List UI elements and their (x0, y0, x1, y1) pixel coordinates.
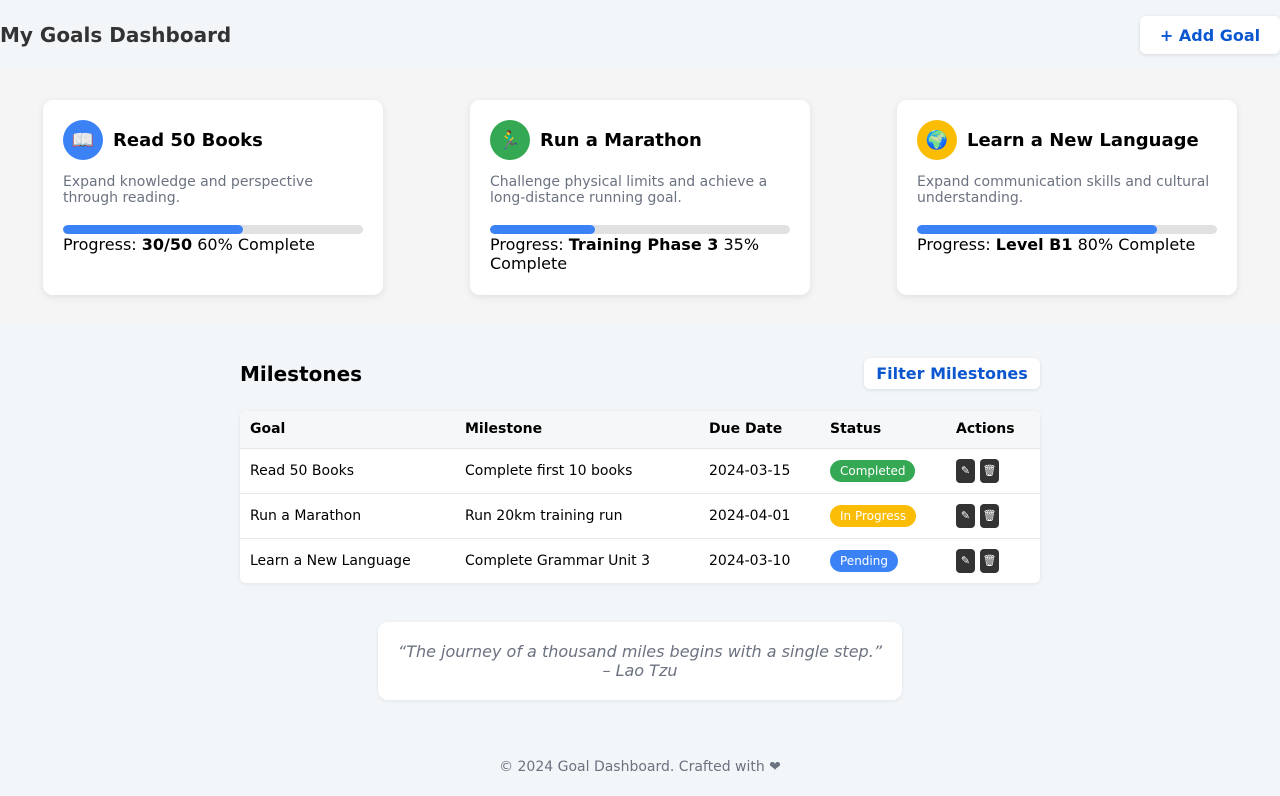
goal-card[interactable]: 🌍 Learn a New Language Expand communicat… (897, 100, 1237, 295)
cell-goal: Learn a New Language (240, 537, 455, 583)
milestones-section: Milestones Filter Milestones Goal Milest… (240, 358, 1040, 583)
cell-goal: Read 50 Books (240, 447, 455, 493)
quote-text: “The journey of a thousand miles begins … (397, 642, 883, 661)
goal-title: Read 50 Books (113, 129, 263, 151)
goal-title: Learn a New Language (967, 129, 1199, 151)
column-header-due-date: Due Date (699, 411, 820, 448)
status-badge: Pending (830, 549, 898, 572)
table-row: Learn a New Language Complete Grammar Un… (240, 537, 1040, 583)
status-badge: Completed (830, 459, 916, 482)
footer: © 2024 Goal Dashboard. Crafted with ❤ (499, 759, 781, 775)
progress-text: Progress: Training Phase 3 35% Complete (490, 235, 760, 273)
goal-card[interactable]: 🏃‍♂ Run a Marathon Challenge physical li… (470, 100, 810, 295)
trash-icon[interactable]: 🗑 (980, 548, 999, 573)
cell-goal: Run a Marathon (240, 492, 455, 538)
table-row: Run a Marathon Run 20km training run 202… (240, 492, 1040, 538)
cell-due-date: 2024-03-10 (699, 537, 820, 583)
progress-bar (63, 225, 363, 234)
milestones-title: Milestones (240, 361, 363, 386)
cell-milestone: Run 20km training run (455, 492, 699, 538)
edit-icon[interactable]: ✎ (956, 503, 975, 528)
cell-due-date: 2024-03-15 (699, 447, 820, 493)
column-header-milestone: Milestone (455, 411, 699, 448)
trash-icon[interactable]: 🗑 (980, 503, 999, 528)
column-header-goal: Goal (240, 411, 455, 448)
progress-bar (917, 225, 1217, 234)
progress-bar (490, 225, 790, 234)
cell-milestone: Complete Grammar Unit 3 (455, 537, 699, 583)
edit-icon[interactable]: ✎ (956, 548, 975, 573)
column-header-actions: Actions (946, 411, 1040, 448)
progress-text: Progress: Level B1 80% Complete (917, 235, 1196, 254)
progress-text: Progress: 30/50 60% Complete (63, 235, 315, 254)
goals-section: 📖 Read 50 Books Expand knowledge and per… (0, 70, 1280, 324)
milestones-table: Goal Milestone Due Date Status Actions R… (240, 411, 1040, 583)
goal-card[interactable]: 📖 Read 50 Books Expand knowledge and per… (43, 100, 383, 295)
goal-description: Expand communication skills and cultural… (917, 174, 1210, 206)
edit-icon[interactable]: ✎ (956, 458, 975, 483)
status-badge: In Progress (830, 504, 917, 527)
page-title: My Goals Dashboard (0, 23, 232, 47)
progress-fill (63, 225, 243, 234)
table-header-row: Goal Milestone Due Date Status Actions (240, 411, 1040, 448)
quote-card: “The journey of a thousand miles begins … (378, 622, 902, 700)
quote-author: – Lao Tzu (602, 661, 678, 680)
trash-icon[interactable]: 🗑 (980, 458, 999, 483)
page-header: My Goals Dashboard + Add Goal (0, 0, 1280, 70)
progress-fill (490, 225, 595, 234)
column-header-status: Status (820, 411, 946, 448)
runner-icon: 🏃‍♂ (490, 120, 530, 160)
cell-due-date: 2024-04-01 (699, 492, 820, 538)
goal-description: Challenge physical limits and achieve a … (490, 174, 768, 206)
add-goal-button[interactable]: + Add Goal (1140, 16, 1280, 54)
book-icon: 📖 (63, 120, 103, 160)
goal-title: Run a Marathon (540, 129, 702, 151)
goal-description: Expand knowledge and perspective through… (63, 174, 313, 206)
cell-milestone: Complete first 10 books (455, 447, 699, 493)
progress-fill (917, 225, 1157, 234)
filter-milestones-button[interactable]: Filter Milestones (864, 358, 1040, 389)
table-row: Read 50 Books Complete first 10 books 20… (240, 447, 1040, 493)
globe-icon: 🌍 (917, 120, 957, 160)
